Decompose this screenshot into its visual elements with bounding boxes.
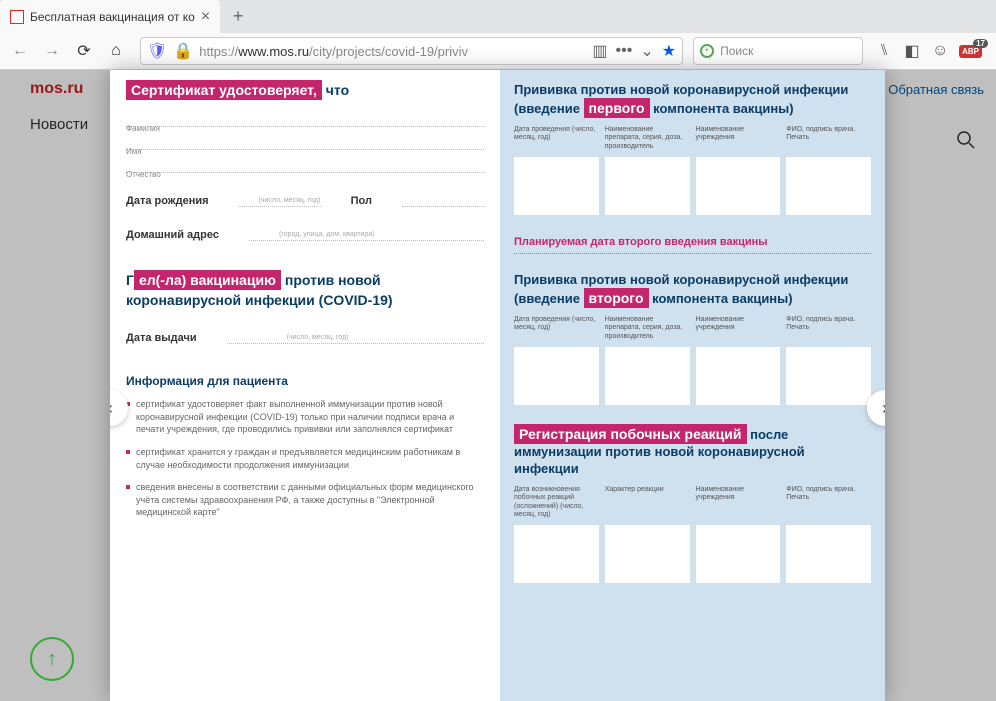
sex-label: Пол [351,195,372,207]
sidebar-icon[interactable]: ◧ [903,42,921,60]
url-bar[interactable]: 🛡 🔒 https://www.mos.ru/city/projects/cov… [140,37,683,65]
list-item: сертификат удостоверяет факт выполненной… [126,398,484,436]
pocket-icon[interactable]: ⌄ [640,41,653,61]
reader-icon[interactable]: ▥ [592,41,607,61]
library-icon[interactable]: ⑊ [875,42,893,60]
vaccination-title: Гел(-ла) вакцинацию против новой коронав… [126,271,484,310]
side-effects-title: Регистрация побочных реакций после иммун… [514,425,871,478]
certificate-modal: × ‹ › Сертификат удостоверяет, что Фамил… [110,70,885,701]
dob-label: Дата рождения [126,195,209,207]
col-date: Дата проведения (число, месяц, год) [514,126,599,151]
site-favicon [10,10,24,24]
side-effects-boxes [514,525,871,583]
search-engine-icon [700,44,714,58]
search-placeholder: Поиск [720,44,753,58]
close-tab-icon[interactable]: × [201,8,210,26]
toolbar: ← → ⟳ ⌂ 🛡 🔒 https://www.mos.ru/city/proj… [0,33,996,69]
account-icon[interactable]: ☺ [931,42,949,60]
surname-label: Фамилия [126,124,160,133]
tab-title: Бесплатная вакцинация от ко [30,10,195,24]
new-tab-button[interactable]: + [224,3,252,31]
scroll-top-button[interactable]: ↑ [30,637,74,681]
reload-button[interactable]: ⟳ [70,37,98,65]
col-org: Наименование учреждения [696,126,781,151]
list-item: сертификат хранится у граждан и предъявл… [126,446,484,471]
forward-button: → [38,37,66,65]
extension-icons: ⑊ ◧ ☺ ABP17 [867,42,990,60]
second-shot-title: Прививка против новой коронавирусной инф… [514,272,871,308]
address-label: Домашний адрес [126,229,219,241]
search-bar[interactable]: Поиск [693,37,863,65]
adblock-icon[interactable]: ABP17 [959,45,982,58]
col-sign: ФИО, подпись врача. Печать [786,126,871,151]
more-icon[interactable]: ••• [616,42,633,60]
first-shot-title: Прививка против новой коронавирусной инф… [514,82,871,118]
planned-date-label: Планируемая дата второго введения вакцин… [514,235,871,249]
patient-info-list: сертификат удостоверяет факт выполненной… [126,398,484,519]
certificate-right-panel: Прививка против новой коронавирусной инф… [500,70,885,701]
name-label: Имя [126,147,142,156]
home-button[interactable]: ⌂ [102,37,130,65]
first-shot-boxes [514,157,871,215]
cert-title: Сертификат удостоверяет, что [126,82,484,98]
browser-chrome: Бесплатная вакцинация от ко × + ← → ⟳ ⌂ … [0,0,996,70]
url-text: https://www.mos.ru/city/projects/covid-1… [199,44,586,59]
bookmark-star-icon[interactable]: ★ [662,41,676,61]
patronymic-label: Отчество [126,170,161,179]
shield-icon[interactable]: 🛡 [147,41,167,61]
list-item: сведения внесены в соответствии с данным… [126,481,484,519]
tab-bar: Бесплатная вакцинация от ко × + [0,0,996,33]
back-button[interactable]: ← [6,37,34,65]
browser-tab[interactable]: Бесплатная вакцинация от ко × [0,0,220,33]
certificate-left-panel: Сертификат удостоверяет, что Фамилия Имя… [110,70,500,701]
lock-icon[interactable]: 🔒 [173,41,193,61]
patient-info-title: Информация для пациента [126,374,484,388]
issue-date-label: Дата выдачи [126,332,197,344]
second-shot-boxes [514,347,871,405]
col-drug: Наименование препарата, серия, доза, про… [605,126,690,151]
page-content: mos.ru Офи Обратная связь Новости ↑ × ‹ … [0,70,996,701]
